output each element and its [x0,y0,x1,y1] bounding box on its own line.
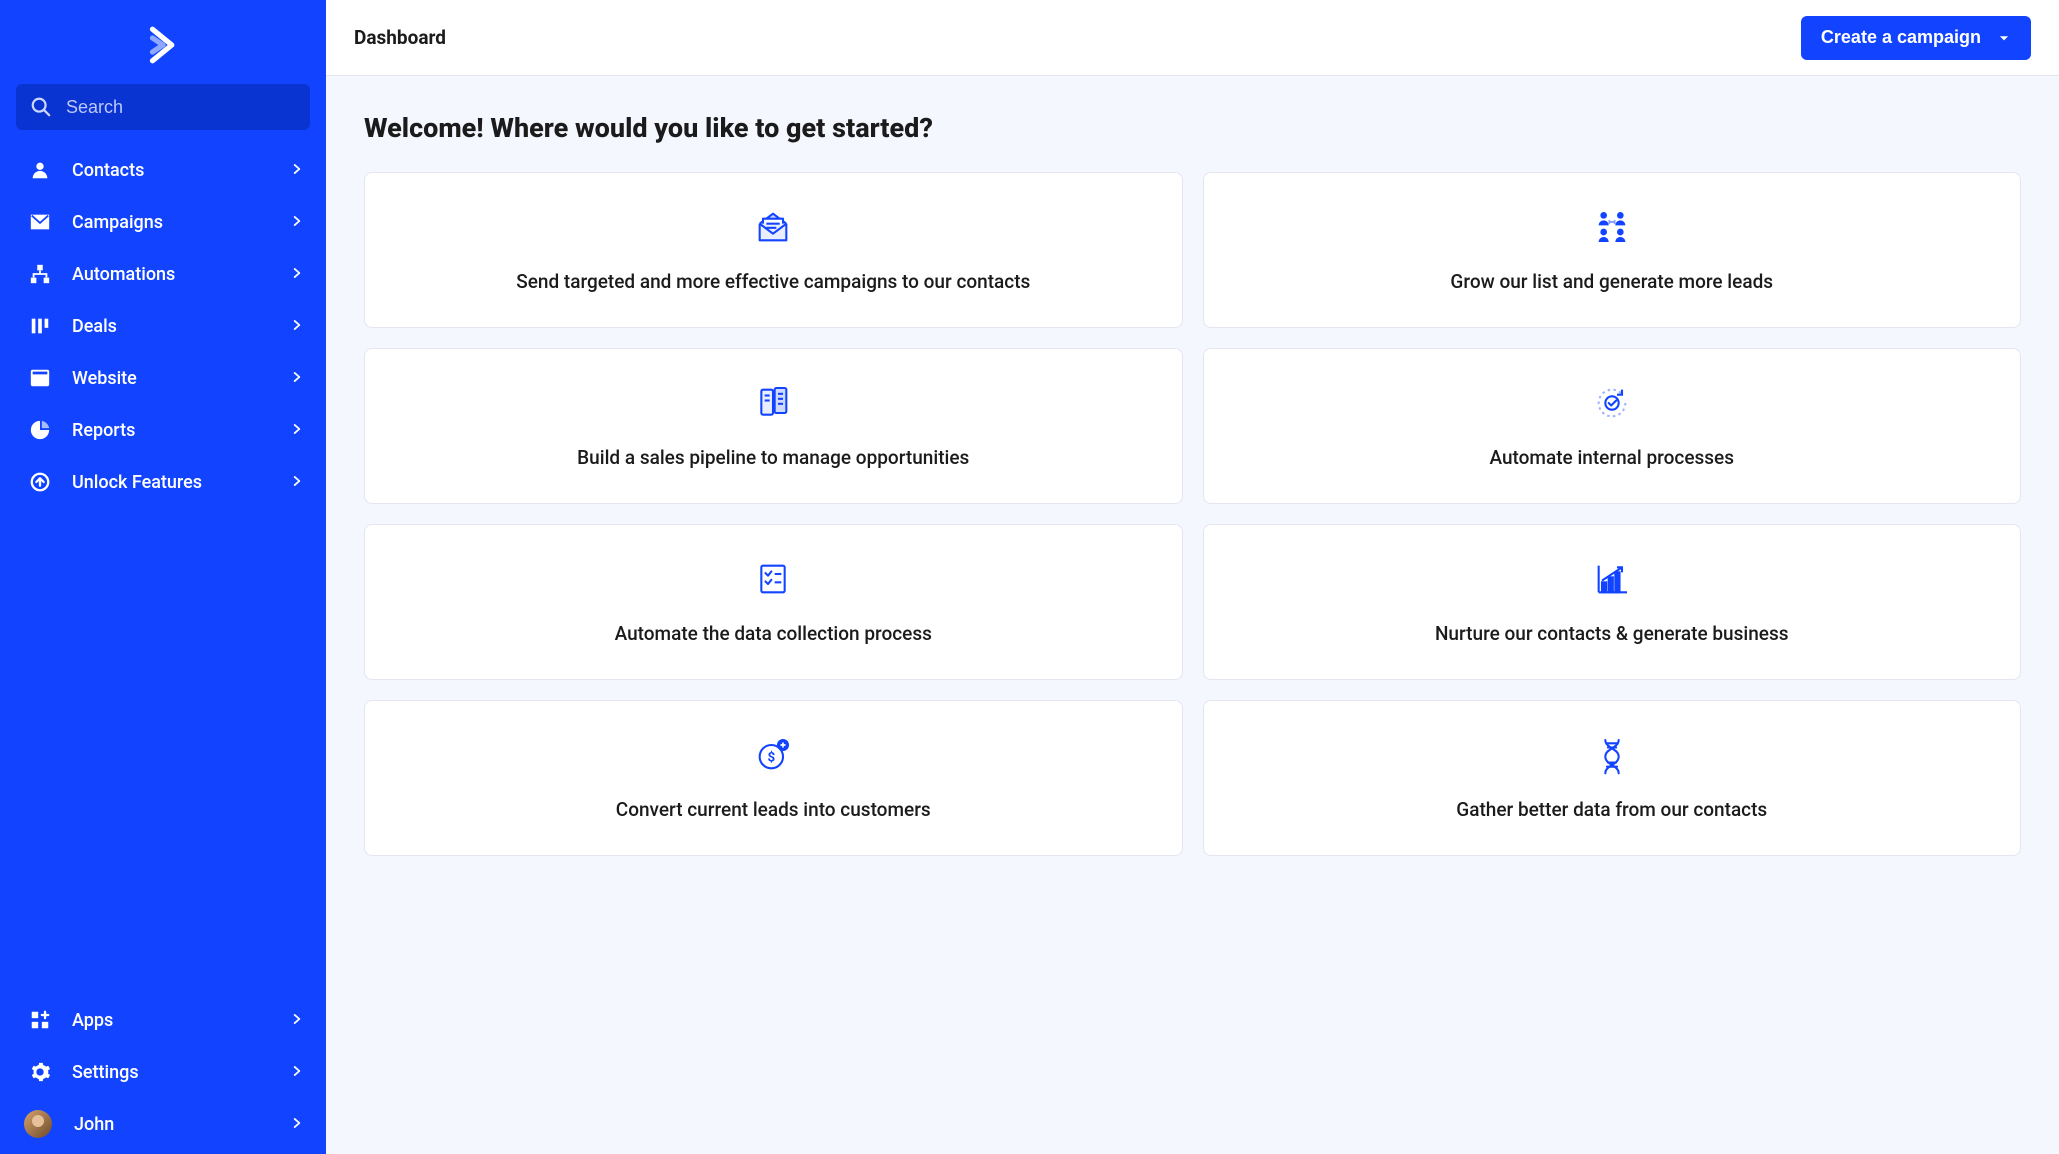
chevron-right-icon [290,317,304,336]
page-title: Dashboard [354,26,446,49]
sidebar-item-label: Apps [72,1010,290,1031]
search-icon [30,96,52,118]
sidebar-item-label: Settings [72,1062,290,1083]
gear-cycle-icon [1590,381,1634,425]
sidebar-item-settings[interactable]: Settings [0,1046,326,1098]
sidebar-item-website[interactable]: Website [0,352,326,404]
sidebar-item-label: Reports [72,420,290,441]
card-label: Automate the data collection process [615,621,932,647]
sidebar-item-apps[interactable]: Apps [0,994,326,1046]
sidebar-item-campaigns[interactable]: Campaigns [0,196,326,248]
sidebar-item-unlock-features[interactable]: Unlock Features [0,456,326,508]
create-campaign-button[interactable]: Create a campaign [1801,16,2031,60]
card-gather-data[interactable]: Gather better data from our contacts [1203,700,2022,856]
card-convert-leads[interactable]: $ Convert current leads into customers [364,700,1183,856]
card-sales-pipeline[interactable]: Build a sales pipeline to manage opportu… [364,348,1183,504]
card-label: Gather better data from our contacts [1456,797,1767,823]
sidebar-item-automations[interactable]: Automations [0,248,326,300]
gear-icon [28,1060,52,1084]
sidebar-item-label: Contacts [72,160,290,181]
sidebar: Contacts Campaigns Automations [0,0,326,1154]
checklist-icon [751,557,795,601]
sidebar-item-user[interactable]: John [0,1098,326,1150]
topbar: Dashboard Create a campaign [326,0,2059,76]
sidebar-item-reports[interactable]: Reports [0,404,326,456]
chevron-right-icon [290,1115,304,1134]
sidebar-item-label: Deals [72,316,290,337]
welcome-heading: Welcome! Where would you like to get sta… [364,112,2021,144]
main-area: Dashboard Create a campaign Welcome! Whe… [326,0,2059,1154]
sidebar-nav-bottom: Apps Settings John [0,990,326,1154]
sidebar-nav-main: Contacts Campaigns Automations [0,140,326,512]
card-label: Send targeted and more effective campaig… [516,269,1030,295]
sidebar-item-label: Automations [72,264,290,285]
caret-down-icon [1997,31,2011,45]
chevron-right-icon [290,369,304,388]
dna-icon [1590,733,1634,777]
card-label: Grow our list and generate more leads [1450,269,1773,295]
svg-text:$: $ [768,751,776,766]
sidebar-item-label: Website [72,368,290,389]
deals-icon [28,314,52,338]
apps-icon [28,1008,52,1032]
search-input[interactable] [66,97,296,118]
search-input-wrap[interactable] [16,84,310,130]
content-area: Welcome! Where would you like to get sta… [326,76,2059,1154]
unlock-icon [28,470,52,494]
chevron-right-icon [290,1011,304,1030]
card-automate-internal[interactable]: Automate internal processes [1203,348,2022,504]
chevron-right-icon [290,265,304,284]
chevron-right-icon [290,1063,304,1082]
user-name: John [74,1114,290,1135]
card-label: Convert current leads into customers [616,797,931,823]
card-grow-list[interactable]: Grow our list and generate more leads [1203,172,2022,328]
pipeline-icon [751,381,795,425]
card-automate-data-collection[interactable]: Automate the data collection process [364,524,1183,680]
website-icon [28,366,52,390]
sidebar-item-contacts[interactable]: Contacts [0,144,326,196]
chevron-right-icon [290,421,304,440]
envelope-open-icon [751,205,795,249]
sidebar-item-label: Campaigns [72,212,290,233]
sidebar-item-deals[interactable]: Deals [0,300,326,352]
chevron-right-logo-icon [142,24,184,66]
card-nurture-contacts[interactable]: Nurture our contacts & generate business [1203,524,2022,680]
dollar-plus-icon: $ [751,733,795,777]
chevron-right-icon [290,213,304,232]
chevron-right-icon [290,473,304,492]
card-targeted-campaigns[interactable]: Send targeted and more effective campaig… [364,172,1183,328]
onboarding-cards: Send targeted and more effective campaig… [364,172,2021,856]
sidebar-item-label: Unlock Features [72,472,290,493]
card-label: Nurture our contacts & generate business [1435,621,1789,647]
reports-icon [28,418,52,442]
mail-icon [28,210,52,234]
card-label: Build a sales pipeline to manage opportu… [577,445,969,471]
user-icon [28,158,52,182]
primary-button-label: Create a campaign [1821,27,1981,48]
growth-chart-icon [1590,557,1634,601]
chevron-right-icon [290,161,304,180]
avatar [24,1110,52,1138]
people-connect-icon [1590,205,1634,249]
automation-icon [28,262,52,286]
card-label: Automate internal processes [1489,445,1734,471]
app-logo[interactable] [0,18,326,72]
